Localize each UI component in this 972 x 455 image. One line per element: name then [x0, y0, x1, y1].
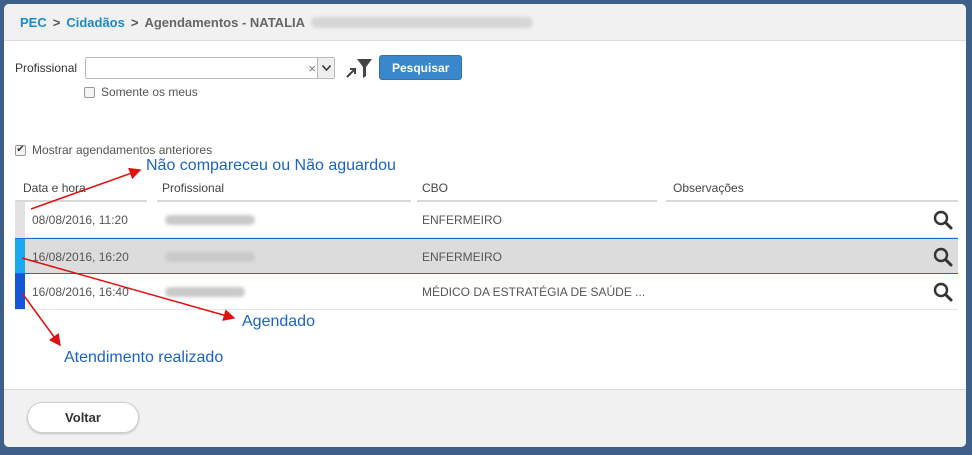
- row-datetime: 16/08/2016, 16:40: [32, 285, 129, 299]
- column-header-notes[interactable]: Observações: [673, 181, 744, 195]
- status-indicator: [15, 239, 25, 273]
- view-details-search-icon[interactable]: [932, 246, 954, 268]
- professional-combobox[interactable]: ×: [85, 56, 335, 79]
- annotation-scheduled: Agendado: [242, 313, 315, 330]
- appointments-table: Data e hora Profissional CBO Observações…: [15, 174, 958, 310]
- table-header: Data e hora Profissional CBO Observações: [15, 174, 958, 202]
- clear-filter-icon[interactable]: [345, 56, 375, 80]
- view-details-search-icon[interactable]: [932, 209, 954, 231]
- breadcrumb-separator: >: [130, 14, 139, 30]
- show-previous-checkbox[interactable]: ✔: [15, 144, 26, 156]
- table-row[interactable]: 08/08/2016, 11:20 ENFERMEIRO: [15, 202, 958, 238]
- only-mine-option[interactable]: Somente os meus: [84, 85, 198, 99]
- row-datetime: 16/08/2016, 16:20: [32, 250, 129, 264]
- redacted-professional-name: [165, 252, 255, 262]
- redacted-professional-name: [165, 215, 255, 225]
- annotation-completed: Atendimento realizado: [64, 349, 224, 366]
- show-previous-option[interactable]: ✔ Mostrar agendamentos anteriores: [15, 143, 212, 157]
- status-indicator: [15, 274, 25, 309]
- breadcrumb-pec-link[interactable]: PEC: [20, 15, 47, 30]
- professional-filter-row: Profissional × Pesquisar: [15, 55, 463, 80]
- column-header-datetime[interactable]: Data e hora: [23, 181, 86, 195]
- breadcrumb-citizens-link[interactable]: Cidadãos: [66, 15, 125, 30]
- row-cbo: ENFERMEIRO: [422, 213, 503, 227]
- only-mine-label: Somente os meus: [101, 85, 198, 99]
- show-previous-label: Mostrar agendamentos anteriores: [32, 143, 213, 157]
- column-header-professional[interactable]: Profissional: [162, 181, 224, 195]
- view-details-search-icon[interactable]: [932, 281, 954, 303]
- column-header-cbo[interactable]: CBO: [422, 181, 448, 195]
- clear-icon[interactable]: ×: [308, 61, 316, 76]
- back-button[interactable]: Voltar: [27, 402, 139, 433]
- table-row[interactable]: 16/08/2016, 16:20 ENFERMEIRO: [15, 238, 958, 274]
- row-cbo: ENFERMEIRO: [422, 250, 503, 264]
- professional-label: Profissional: [15, 60, 78, 75]
- row-datetime: 08/08/2016, 11:20: [32, 213, 128, 227]
- status-indicator: [15, 202, 25, 237]
- chevron-down-icon[interactable]: [317, 57, 334, 78]
- breadcrumb-separator: >: [52, 14, 61, 30]
- row-cbo: MÉDICO DA ESTRATÉGIA DE SAÚDE ...: [422, 285, 646, 299]
- table-row[interactable]: 16/08/2016, 16:40 MÉDICO DA ESTRATÉGIA D…: [15, 274, 958, 310]
- breadcrumb-current-page: Agendamentos - NATALIA: [144, 14, 306, 30]
- only-mine-checkbox[interactable]: [84, 86, 95, 98]
- breadcrumb: PEC > Cidadãos > Agendamentos - NATALIA: [4, 4, 966, 41]
- redacted-professional-name: [165, 287, 245, 297]
- footer-bar: Voltar: [4, 389, 966, 447]
- search-button[interactable]: Pesquisar: [379, 55, 463, 80]
- redacted-patient-name: [311, 16, 534, 28]
- appointments-window: PEC > Cidadãos > Agendamentos - NATALIA …: [4, 4, 966, 447]
- annotation-no-show: Não compareceu ou Não aguardou: [146, 157, 396, 174]
